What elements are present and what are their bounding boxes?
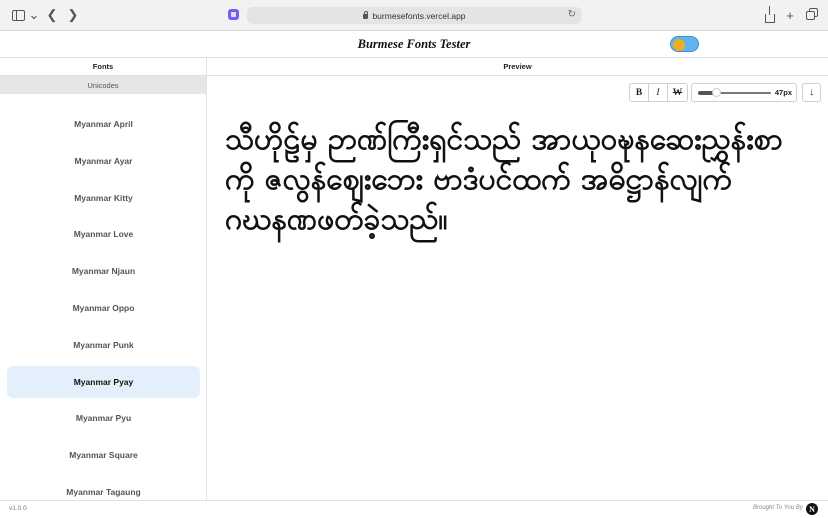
author-logo[interactable]: N — [806, 503, 818, 515]
tab-unicodes[interactable]: Unicodes — [0, 76, 206, 94]
font-list-item[interactable]: Myanmar Tagaung — [7, 476, 200, 500]
chevron-down-icon[interactable]: ⌄ — [29, 6, 40, 24]
font-list-item[interactable]: Myanmar Pyay — [7, 365, 200, 398]
format-toolbar: B I W — [629, 83, 688, 102]
font-list-item[interactable]: Myanmar Love — [7, 218, 200, 250]
preview-heading: Preview — [207, 58, 828, 76]
font-size-slider[interactable] — [698, 88, 771, 97]
font-size-control: 47px — [691, 83, 797, 102]
back-arrow-icon[interactable]: ❮ — [46, 6, 58, 24]
font-list-item[interactable]: Myanmar Njaun — [7, 255, 200, 287]
theme-toggle[interactable] — [670, 36, 699, 52]
url-text: burmesefonts.vercel.app — [372, 10, 466, 21]
credit-text: Brought To You By — [753, 505, 803, 511]
version-label: v1.0.0 — [9, 505, 27, 512]
italic-button[interactable]: I — [649, 84, 668, 101]
footer: v1.0.0 Brought To You By N — [0, 500, 828, 518]
plus-icon[interactable]: + — [784, 6, 796, 24]
tabs-icon[interactable] — [806, 6, 818, 24]
fonts-panel: Fonts Unicodes Myanmar April Myanmar Ayar… — [0, 58, 207, 500]
font-list-item[interactable]: Myanmar Kitty — [7, 182, 200, 214]
font-list-item[interactable]: Myanmar April — [7, 108, 200, 140]
download-arrow-icon[interactable]: ↓ — [802, 83, 821, 102]
font-list-item[interactable]: Myanmar Square — [7, 439, 200, 471]
reload-icon[interactable]: ↻ — [568, 9, 576, 20]
slider-thumb[interactable] — [711, 88, 721, 97]
toggle-knob — [673, 38, 685, 51]
app-header: Burmese Fonts Tester — [0, 31, 828, 58]
bold-button[interactable]: B — [630, 84, 649, 101]
site-favicon — [228, 9, 239, 20]
forward-arrow-icon[interactable]: ❯ — [67, 6, 79, 24]
fonts-heading: Fonts — [0, 58, 206, 76]
font-list-item[interactable]: Myanmar Pyu — [7, 402, 200, 434]
font-list-item[interactable]: Myanmar Oppo — [7, 292, 200, 324]
weight-button[interactable]: W — [668, 84, 687, 101]
sidebar-icon[interactable] — [10, 6, 26, 24]
address-bar[interactable]: burmesefonts.vercel.app ↻ — [247, 7, 582, 24]
font-list-item[interactable]: Myanmar Punk — [7, 329, 200, 361]
font-size-value: 47px — [774, 88, 792, 97]
share-icon[interactable] — [764, 5, 776, 24]
lock-icon — [363, 11, 369, 19]
page-title: Burmese Fonts Tester — [357, 37, 471, 51]
browser-toolbar: ⌄ ❮ ❯ burmesefonts.vercel.app ↻ + — [0, 0, 828, 31]
font-list-item[interactable]: Myanmar Ayar — [7, 145, 200, 177]
preview-text[interactable]: သီဟိုဠ်မှ ဉာဏ်ကြီးရှင်သည် အာယုဝဍ္ဎနဆေးညွ… — [225, 120, 805, 240]
preview-panel: Preview B I W 47px ↓ သီဟိုဠ်မှ ဉာဏ်ကြီးရ… — [207, 58, 828, 500]
